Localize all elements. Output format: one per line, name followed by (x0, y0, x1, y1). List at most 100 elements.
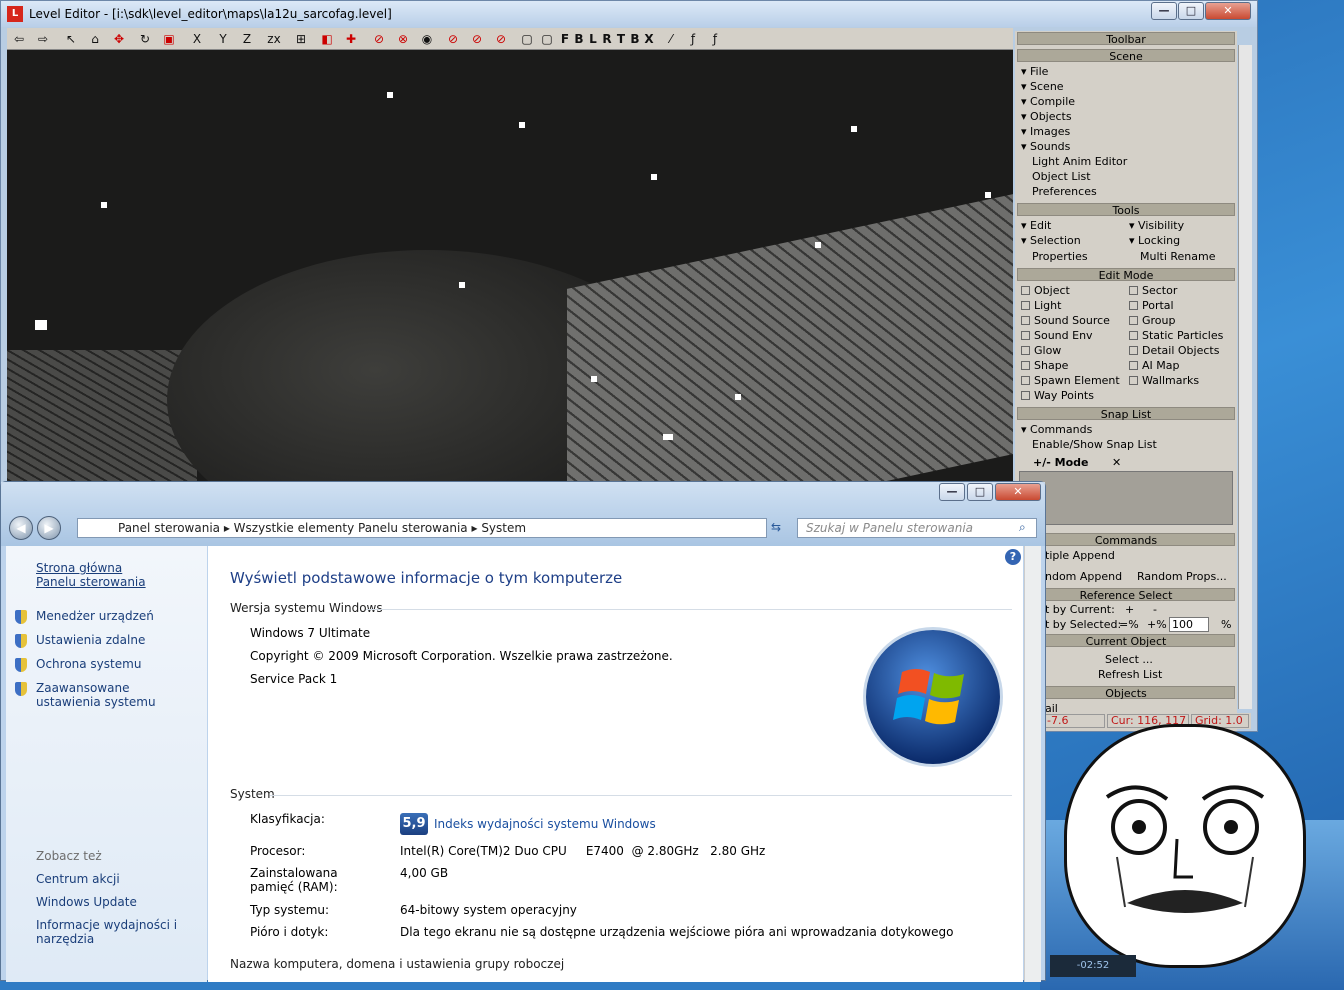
toolbar-header[interactable]: Toolbar (1017, 32, 1235, 46)
sys-maximize-button[interactable]: □ (967, 483, 993, 501)
forward-arrow-icon[interactable]: ▶ (37, 516, 61, 540)
checkbox[interactable] (1129, 331, 1138, 340)
commands-header[interactable]: Commands (1017, 533, 1235, 547)
search-icon[interactable]: ⌕ (1019, 520, 1026, 535)
axis-z-button[interactable]: Z (239, 31, 255, 47)
spawn-marker[interactable] (851, 126, 857, 132)
back-arrow-icon[interactable]: ◀ (9, 516, 33, 540)
scene-item-sounds[interactable]: ▾ Sounds (1021, 140, 1070, 153)
edit-mode-right-1[interactable]: Portal (1129, 299, 1174, 312)
breadcrumb-panel[interactable]: Panel sterowania (118, 521, 220, 535)
breadcrumb-system[interactable]: System (481, 521, 526, 535)
tools-visibility[interactable]: ▾ Visibility (1129, 219, 1184, 232)
minimize-button[interactable]: — (1151, 2, 1177, 20)
checkbox[interactable] (1021, 286, 1030, 295)
zoom-sel-icon[interactable]: ▢ (539, 31, 555, 47)
by-current-plus[interactable]: + (1125, 603, 1134, 616)
tools-header[interactable]: Tools (1017, 203, 1235, 217)
edit-mode-left-5[interactable]: Shape (1021, 359, 1068, 372)
scene-item-preferences[interactable]: Preferences (1032, 185, 1097, 198)
spawn-marker[interactable] (387, 92, 393, 98)
scene-item-images[interactable]: ▾ Images (1021, 125, 1070, 138)
undo-icon[interactable]: ⇦ (11, 31, 27, 47)
spawn-marker[interactable] (985, 192, 991, 198)
edit-mode-left-3[interactable]: Sound Env (1021, 329, 1093, 342)
scene-item-object-list[interactable]: Object List (1032, 170, 1091, 183)
tools-edit[interactable]: ▾ Edit (1021, 219, 1051, 232)
tool-a-icon[interactable]: ⊘ (445, 31, 461, 47)
scene-item-file[interactable]: ▾ File (1021, 65, 1048, 78)
edit-mode-left-0[interactable]: Object (1021, 284, 1070, 297)
draw-script-icon[interactable]: ƒ (707, 31, 723, 47)
breadcrumb-all-items[interactable]: Wszystkie elementy Panelu sterowania (234, 521, 468, 535)
action-center-link[interactable]: Centrum akcji (36, 872, 120, 886)
snap-list-box[interactable] (1019, 471, 1233, 525)
objects-header[interactable]: Objects (1017, 686, 1235, 700)
tray-clock[interactable]: -02:52 (1050, 955, 1136, 977)
checkbox[interactable] (1021, 376, 1030, 385)
draw-curve-icon[interactable]: ƒ (685, 31, 701, 47)
spawn-marker[interactable] (663, 434, 673, 440)
performance-index-link[interactable]: Indeks wydajności systemu Windows (434, 817, 656, 831)
camera-icon[interactable]: ◉ (419, 31, 435, 47)
scene-item-light-anim[interactable]: Light Anim Editor (1032, 155, 1127, 168)
rating-badge[interactable]: 5,9 (400, 813, 428, 835)
magnet-icon[interactable]: ⊘ (371, 31, 387, 47)
spawn-marker[interactable] (101, 202, 107, 208)
magnet2-icon[interactable]: ⊗ (395, 31, 411, 47)
move-icon[interactable]: ✥ (111, 31, 127, 47)
scene-item-scene[interactable]: ▾ Scene (1021, 80, 1064, 93)
edit-mode-right-0[interactable]: Sector (1129, 284, 1177, 297)
spawn-marker[interactable] (459, 282, 465, 288)
content-scrollbar[interactable] (1024, 546, 1041, 982)
scene-item-compile[interactable]: ▾ Compile (1021, 95, 1075, 108)
rotate-icon[interactable]: ↻ (137, 31, 153, 47)
edit-mode-left-4[interactable]: Glow (1021, 344, 1061, 357)
tools-multi-rename[interactable]: Multi Rename (1140, 250, 1216, 263)
random-props-button[interactable]: Random Props... (1137, 570, 1227, 583)
checkbox[interactable] (1129, 346, 1138, 355)
snap-mode-button[interactable]: +/- Mode (1033, 456, 1088, 469)
edit-mode-right-5[interactable]: AI Map (1129, 359, 1179, 372)
tool-c-icon[interactable]: ⊘ (493, 31, 509, 47)
snap-grid-icon[interactable]: ⊞ (293, 31, 309, 47)
select-cursor-icon[interactable]: ↖ (63, 31, 79, 47)
add-object-icon[interactable]: ⌂ (87, 31, 103, 47)
checkbox[interactable] (1021, 361, 1030, 370)
checkbox[interactable] (1129, 361, 1138, 370)
sys-close-button[interactable]: ✕ (995, 483, 1041, 501)
remote-settings-link[interactable]: Ustawienia zdalne (36, 633, 145, 647)
select-object-button[interactable]: Select ... (1105, 653, 1153, 666)
level-editor-titlebar[interactable]: L Level Editor - [i:\sdk\level_editor\ma… (1, 1, 1257, 27)
reference-select-header[interactable]: Reference Select (1017, 588, 1235, 602)
tools-locking[interactable]: ▾ Locking (1129, 234, 1180, 247)
panel-scrollbar[interactable] (1238, 45, 1252, 709)
close-button[interactable]: ✕ (1205, 2, 1251, 20)
snap-clear-icon[interactable]: ✕ (1112, 456, 1121, 469)
tools-properties[interactable]: Properties (1032, 250, 1088, 263)
multiple-append-button[interactable]: tiple Append (1045, 549, 1115, 562)
checkbox[interactable] (1021, 391, 1030, 400)
sys-minimize-button[interactable]: — (939, 483, 965, 501)
3d-viewport[interactable] (7, 50, 1013, 490)
device-manager-link[interactable]: Menedżer urządzeń (36, 609, 154, 623)
spawn-marker[interactable] (591, 376, 597, 382)
checkbox[interactable] (1129, 301, 1138, 310)
snap-enable-show[interactable]: Enable/Show Snap List (1032, 438, 1157, 451)
help-icon[interactable]: ? (1005, 549, 1021, 565)
snap-object-icon[interactable]: ◧ (319, 31, 335, 47)
snap-commands[interactable]: ▾ Commands (1021, 423, 1092, 436)
axis-zx-button[interactable]: zx (263, 31, 285, 47)
scene-header[interactable]: Scene (1017, 49, 1235, 63)
spawn-marker[interactable] (735, 394, 741, 400)
edit-mode-right-3[interactable]: Static Particles (1129, 329, 1223, 342)
percent-input[interactable]: 100 (1169, 617, 1209, 632)
edit-mode-left-1[interactable]: Light (1021, 299, 1061, 312)
view-reset-button[interactable]: X (641, 31, 657, 47)
checkbox[interactable] (1129, 316, 1138, 325)
current-object-header[interactable]: Current Object (1017, 634, 1235, 648)
zoom-extent-icon[interactable]: ▢ (519, 31, 535, 47)
random-append-button[interactable]: ndom Append (1045, 570, 1122, 583)
by-selected-eq-pct[interactable]: =% (1119, 618, 1139, 631)
spawn-marker[interactable] (651, 174, 657, 180)
